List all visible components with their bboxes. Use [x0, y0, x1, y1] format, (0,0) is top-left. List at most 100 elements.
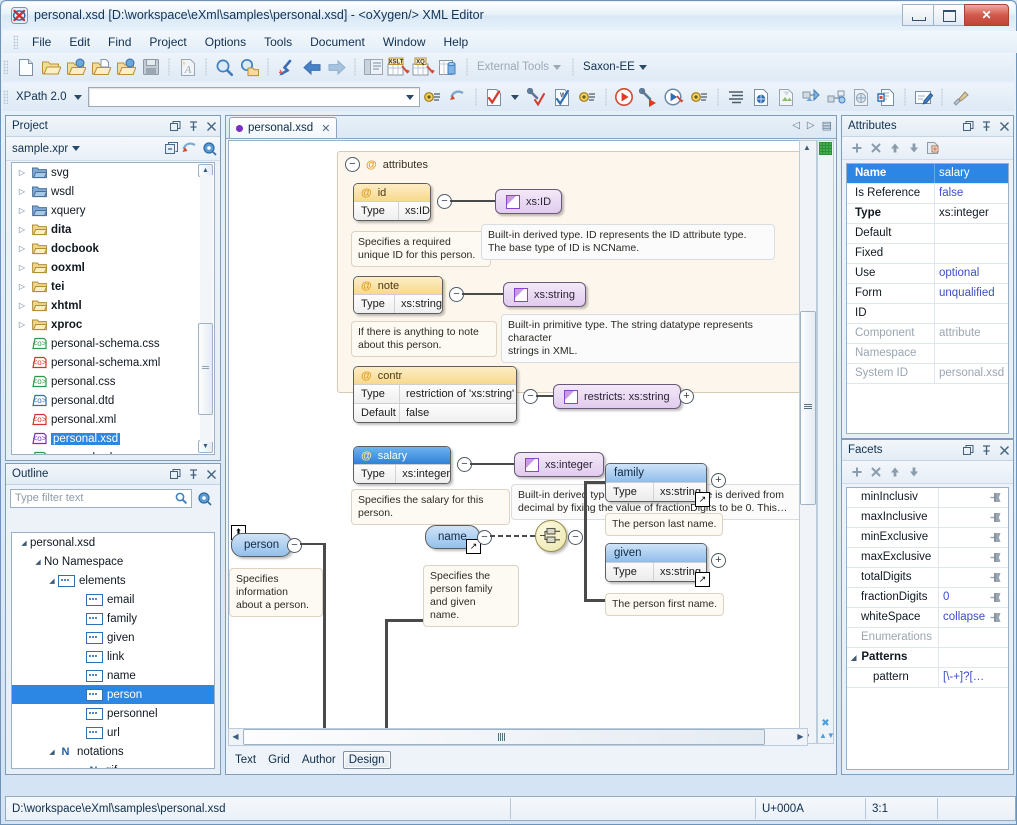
project-tree-item[interactable]: <o>personal.dtd: [12, 391, 214, 410]
attribute-value[interactable]: false: [935, 184, 1008, 203]
outline-tree-item[interactable]: link: [12, 647, 214, 666]
debug-transformation-icon[interactable]: [662, 85, 687, 109]
attribute-row[interactable]: Namespace: [847, 344, 1008, 364]
attribute-row[interactable]: Typexs:integer: [847, 204, 1008, 224]
outline-tree-item[interactable]: ◢personal.xsd: [12, 533, 214, 552]
xsd-instance-icon[interactable]: [874, 85, 899, 109]
show-layout-icon[interactable]: [361, 55, 386, 79]
xpath-options-gear-icon[interactable]: [420, 85, 445, 109]
facet-value[interactable]: [939, 488, 986, 507]
validate-dropdown-arrow[interactable]: [511, 95, 519, 100]
generate-documentation-icon[interactable]: [799, 85, 824, 109]
menu-item-find[interactable]: Find: [99, 33, 140, 51]
find-in-files-icon[interactable]: [237, 55, 262, 79]
facet-row[interactable]: Enumerations: [847, 628, 1008, 648]
facet-pin-icon[interactable]: [986, 552, 1008, 563]
schema-design-canvas[interactable]: − @ attributes @ id Type xs:ID − xs:ID: [228, 140, 808, 742]
attribute-value[interactable]: optional: [935, 264, 1008, 283]
outline-tree[interactable]: ◢personal.xsd◢No Namespace◢elementsemail…: [11, 532, 215, 769]
facets-restore-icon[interactable]: [959, 442, 977, 458]
project-tree-item[interactable]: ▷tei: [12, 277, 214, 296]
view-tab-text[interactable]: Text: [230, 752, 261, 768]
tab-list-icon[interactable]: ▤: [822, 119, 832, 132]
project-tree-item[interactable]: ▷dita: [12, 220, 214, 239]
outline-tree-item[interactable]: name: [12, 666, 214, 685]
validate-icon[interactable]: [482, 85, 507, 109]
project-tree-item[interactable]: ▷xproc: [12, 315, 214, 334]
print-diagram-icon[interactable]: [948, 85, 973, 109]
forward-arrow-icon[interactable]: [324, 55, 349, 79]
open-in-browser-icon[interactable]: [113, 55, 138, 79]
attribute-node-id[interactable]: @ id Type xs:ID: [353, 183, 431, 221]
open-recent-icon[interactable]: [88, 55, 113, 79]
outline-expand-arrow-icon[interactable]: ◢: [46, 577, 58, 585]
expand-given-icon[interactable]: +: [711, 553, 726, 568]
search-icon[interactable]: [175, 492, 191, 504]
flatten-schema-icon[interactable]: [824, 85, 849, 109]
link-with-editor-icon[interactable]: [180, 141, 198, 157]
facets-pin-icon[interactable]: [977, 442, 995, 458]
tree-expand-arrow-icon[interactable]: ▷: [16, 224, 28, 236]
expand-contr-type-icon[interactable]: +: [679, 389, 694, 404]
configure-transformation-icon[interactable]: [637, 85, 662, 109]
schema-globe-icon[interactable]: [849, 85, 874, 109]
outline-tree-item[interactable]: ◢Nnotations: [12, 742, 214, 761]
attribute-row[interactable]: Componentattribute: [847, 324, 1008, 344]
menu-item-file[interactable]: File: [23, 33, 60, 51]
facet-value[interactable]: [\-+]?[…: [939, 668, 986, 687]
outline-expand-arrow-icon[interactable]: ◢: [18, 539, 30, 547]
attributes-restore-icon[interactable]: [959, 118, 977, 134]
type-pill-restricts-xsstring[interactable]: restricts: xs:string: [553, 384, 681, 409]
tree-expand-arrow-icon[interactable]: ▷: [16, 300, 28, 312]
facet-row[interactable]: totalDigits: [847, 568, 1008, 588]
menu-item-project[interactable]: Project: [140, 33, 195, 51]
canvas-overview-ruler[interactable]: ✖ ▲▼: [817, 140, 834, 744]
project-tree-item[interactable]: <o>personal.xml: [12, 410, 214, 429]
facet-pin-icon[interactable]: [986, 612, 1008, 623]
find-icon[interactable]: [212, 55, 237, 79]
canvas-vertical-scrollbar[interactable]: ▲ ▼: [799, 140, 817, 744]
facet-move-up-icon[interactable]: [886, 464, 903, 481]
attribute-row[interactable]: Is Referencefalse: [847, 184, 1008, 204]
move-up-icon[interactable]: [886, 140, 903, 157]
view-tab-author[interactable]: Author: [297, 752, 341, 768]
facet-move-down-icon[interactable]: [905, 464, 922, 481]
project-tree-item[interactable]: ▷wsdl: [12, 182, 214, 201]
external-tools-dropdown-arrow[interactable]: [553, 65, 561, 70]
xpath-input[interactable]: [88, 87, 420, 107]
collapse-person-icon[interactable]: −: [287, 538, 302, 553]
remove-facet-icon[interactable]: [867, 464, 884, 481]
attribute-row[interactable]: Useoptional: [847, 264, 1008, 284]
attribute-row[interactable]: Default: [847, 224, 1008, 244]
overview-collapse-icon[interactable]: ✖: [819, 718, 832, 729]
facet-row[interactable]: ◢Patterns: [847, 648, 1008, 668]
attribute-value[interactable]: salary: [935, 164, 1008, 183]
attribute-row[interactable]: Namesalary: [847, 164, 1008, 184]
xquery-transform-icon[interactable]: XQ: [411, 55, 436, 79]
outline-expand-arrow-icon[interactable]: ◢: [46, 748, 58, 756]
export-image-icon[interactable]: [774, 85, 799, 109]
attribute-row[interactable]: Fixed: [847, 244, 1008, 264]
transformation-options-gear-icon[interactable]: [687, 85, 712, 109]
project-combo-arrow[interactable]: [72, 146, 80, 151]
project-settings-gear-icon[interactable]: [198, 141, 220, 157]
open-folder-icon[interactable]: [38, 55, 63, 79]
close-panel-icon[interactable]: [202, 118, 220, 134]
outline-tree-item[interactable]: family: [12, 609, 214, 628]
view-tab-grid[interactable]: Grid: [263, 752, 295, 768]
outline-tree-item[interactable]: email: [12, 590, 214, 609]
facet-pin-icon[interactable]: [986, 532, 1008, 543]
xslt-transform-icon[interactable]: XSLT: [386, 55, 411, 79]
goto-last-edit-icon[interactable]: [274, 55, 299, 79]
attribute-row[interactable]: Formunqualified: [847, 284, 1008, 304]
family-goto-definition-icon[interactable]: ↗: [695, 492, 710, 507]
facet-row[interactable]: minExclusive: [847, 528, 1008, 548]
facet-row[interactable]: maxInclusive: [847, 508, 1008, 528]
new-from-template-icon[interactable]: A: [175, 55, 200, 79]
attribute-node-salary[interactable]: @ salary Type xs:integer: [353, 446, 451, 484]
facet-value[interactable]: [939, 508, 986, 527]
facet-value[interactable]: [939, 528, 986, 547]
collapse-all-icon[interactable]: [162, 141, 180, 157]
outline-settings-gear-icon[interactable]: [192, 490, 216, 506]
facet-pin-icon[interactable]: [986, 592, 1008, 603]
